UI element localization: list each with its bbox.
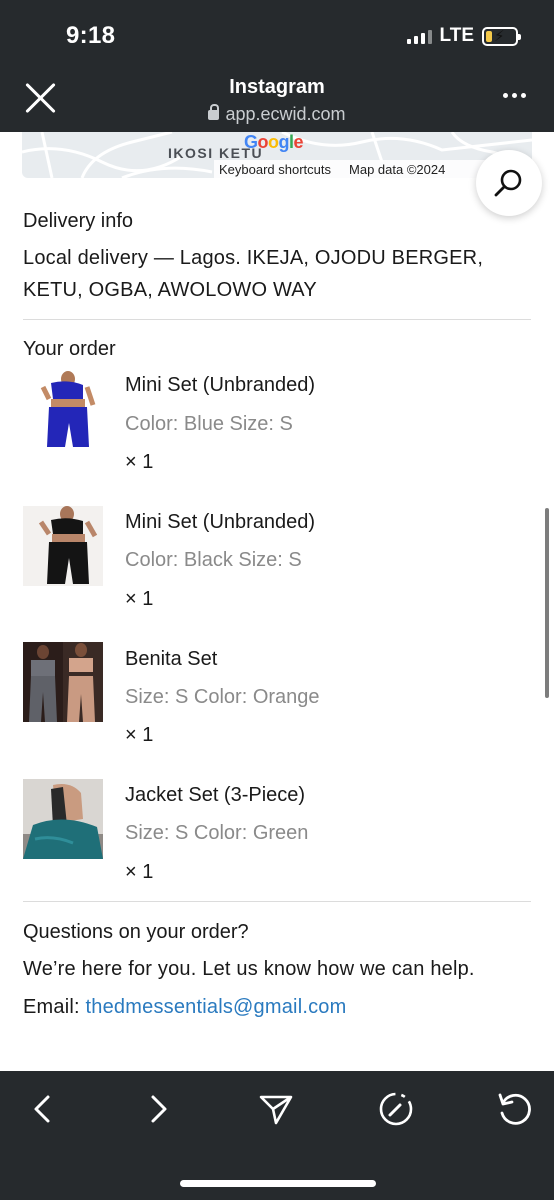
home-indicator[interactable] [180,1180,376,1187]
questions-title: Questions on your order? [23,921,249,943]
product-image-jacket-set[interactable] [23,779,103,859]
search-button[interactable] [476,150,542,216]
questions-text: We’re here for you. Let us know how we c… [23,958,475,980]
order-item-options: Size: S Color: Orange [125,686,320,708]
order-item-qty: × 1 [125,724,154,746]
product-image-benita-set[interactable] [23,642,103,722]
product-image-black-set[interactable] [23,506,103,586]
order-item-qty: × 1 [125,588,154,610]
delivery-line-1: Local delivery — Lagos. IKEJA, OJODU BER… [23,247,484,269]
order-item-name: Mini Set (Unbranded) [125,511,316,533]
order-item-qty: × 1 [125,861,154,883]
email-line: Email: thedmessentials@gmail.com [23,996,347,1019]
divider [23,901,531,902]
url-text: app.ecwid.com [225,104,346,124]
delivery-line-2: KETU, OGBA, AWOLOWO WAY [23,279,317,301]
search-icon [494,169,522,197]
keyboard-shortcuts-link[interactable]: Keyboard shortcuts [219,162,331,177]
compass-icon[interactable] [376,1089,416,1129]
reload-icon[interactable] [494,1089,534,1129]
network-type: LTE [439,25,474,46]
charging-bolt-icon: ⚡ [494,27,505,45]
email-link[interactable]: thedmessentials@gmail.com [86,996,347,1018]
order-item-options: Color: Black Size: S [125,549,302,571]
status-time: 9:18 [66,22,116,49]
browser-url: app.ecwid.com [0,104,554,125]
cellular-signal-icon [406,28,432,44]
delivery-map[interactable]: IKOSI KETU Google Keyboard shortcuts Map… [22,132,532,178]
product-image-blue-set[interactable] [23,369,103,449]
lock-icon [208,104,220,120]
back-chevron-icon[interactable] [24,1089,64,1129]
delivery-info-title: Delivery info [23,210,134,232]
order-item-name: Jacket Set (3-Piece) [125,784,306,806]
forward-chevron-icon[interactable] [138,1089,178,1129]
map-data-credit[interactable]: Map data ©2024 [349,162,445,177]
order-item-name: Benita Set [125,648,218,670]
google-logo: Google [244,132,304,152]
email-label: Email: [23,996,86,1018]
send-icon[interactable] [256,1089,296,1129]
your-order-title: Your order [23,338,116,360]
browser-header: 9:18 LTE ⚡ Instagram app.ecwid.com [0,0,554,132]
battery-icon: ⚡ [482,26,521,46]
divider [23,319,531,320]
browser-title: Instagram [229,76,325,98]
status-indicators: LTE ⚡ [406,25,521,47]
scrollbar[interactable] [545,508,549,698]
more-dots-icon[interactable] [503,93,526,98]
order-item-options: Color: Blue Size: S [125,413,293,435]
order-item-options: Size: S Color: Green [125,822,309,844]
order-item-name: Mini Set (Unbranded) [125,374,316,396]
order-item-qty: × 1 [125,451,154,473]
